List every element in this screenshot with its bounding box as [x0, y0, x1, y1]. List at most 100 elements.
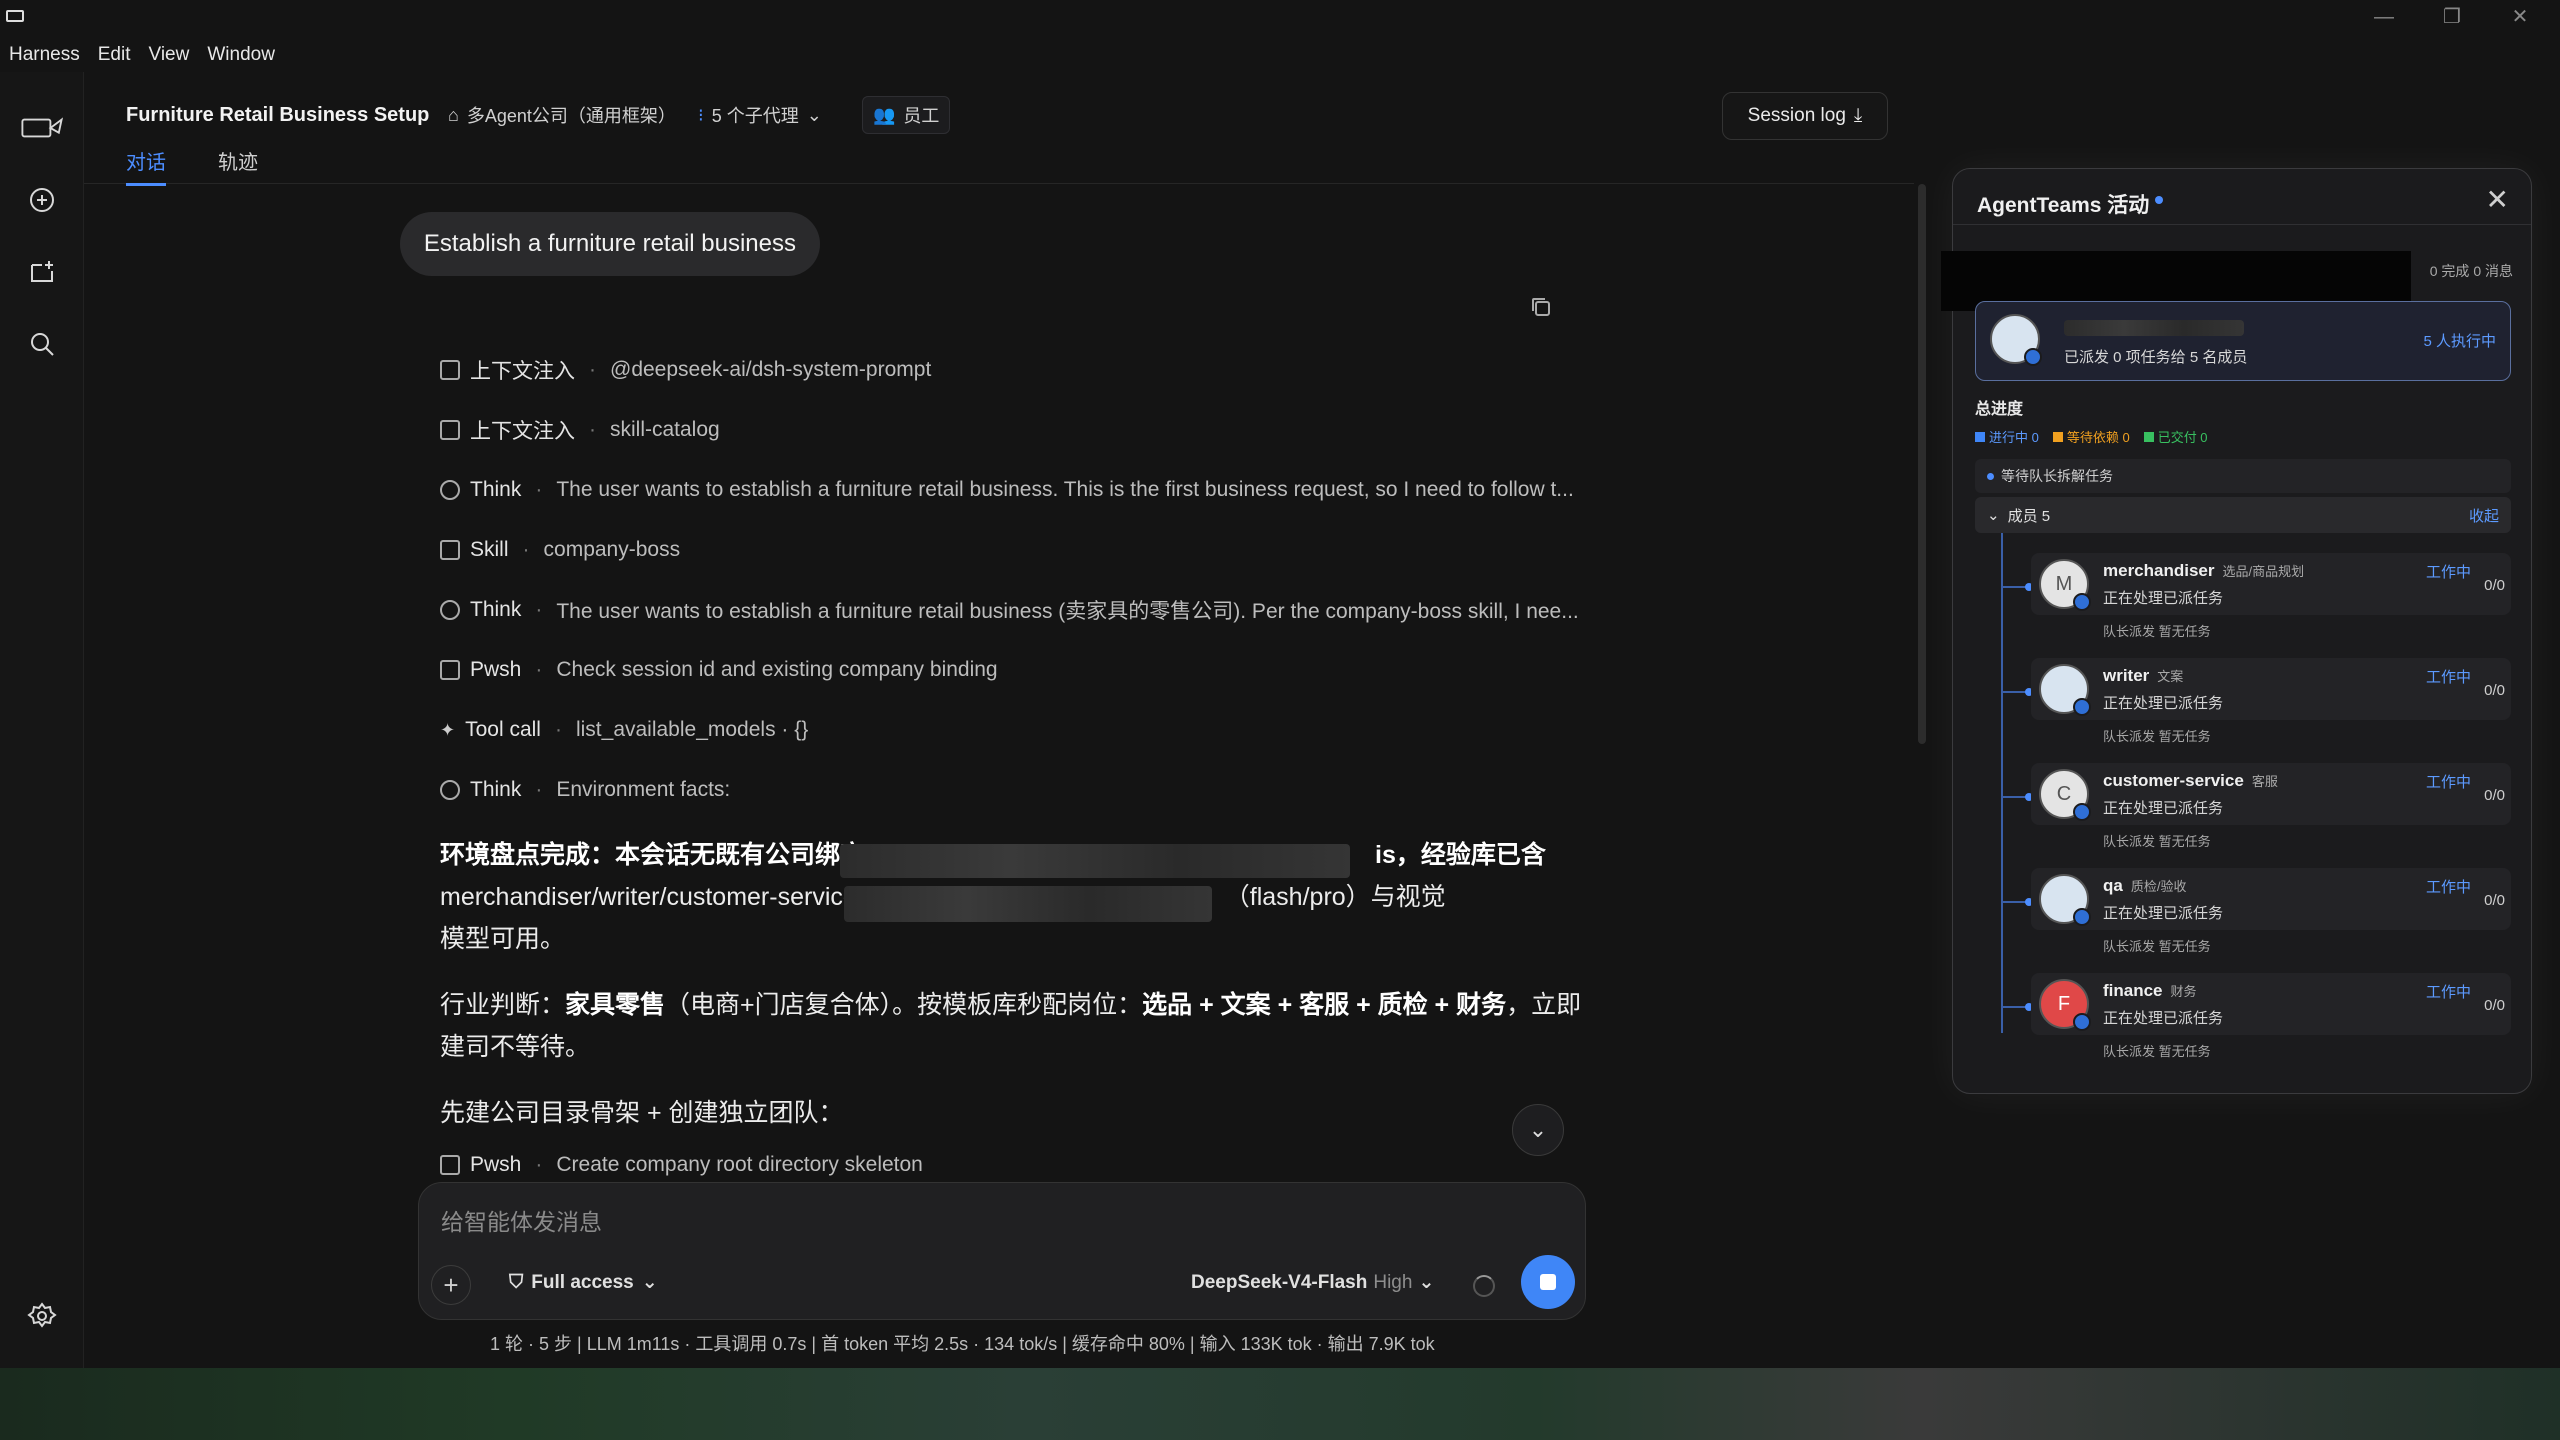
step-value: list_available_models · {} — [575, 718, 809, 741]
scroll-down-button[interactable]: ⌄ — [1512, 1104, 1564, 1156]
legend-label: 已交付 0 — [2157, 430, 2208, 445]
step-think-2[interactable]: Think · The user wants to establish a furn… — [440, 590, 1579, 630]
step-tool-call[interactable]: ✦ Tool call · list_available_models · {} — [440, 710, 808, 750]
legend-in-progress: 进行中 0 — [1975, 427, 2039, 446]
step-separator: · — [535, 1153, 543, 1176]
reasoning-level: High — [1373, 1271, 1413, 1293]
chevron-down-icon: ⌄ — [1528, 1117, 1548, 1142]
member-name: writer 文案 — [2103, 666, 2183, 686]
member-role: 财务 — [2170, 984, 2197, 999]
agents-icon: ⁝ — [698, 104, 704, 125]
subagents-label: 5 个子代理 — [711, 106, 799, 126]
sparkle-icon: ✦ — [440, 719, 456, 740]
company-chip[interactable]: ⌂ 多Agent公司（通用框架） — [438, 96, 686, 134]
member-avatar: F — [2039, 979, 2091, 1031]
tab-conversation[interactable]: 对话 — [126, 146, 166, 186]
menu-bar: Harness Edit View Window — [0, 38, 284, 72]
close-window-button[interactable]: ✕ — [2486, 2, 2554, 32]
session-log-button[interactable]: Session log ⤓ — [1722, 92, 1888, 140]
collapse-button[interactable]: 收起 — [2469, 505, 2499, 526]
member-card: writer 文案 正在处理已派任务 工作中 0/0 — [2031, 658, 2511, 720]
copy-icon[interactable] — [1528, 294, 1554, 320]
menu-harness[interactable]: Harness — [0, 38, 89, 72]
message-input[interactable]: 给智能体发消息 — [441, 1203, 602, 1237]
model-label: DeepSeek-V4-Flash — [1191, 1271, 1368, 1293]
para2-industry: 家具零售 — [565, 991, 666, 1019]
member-meta: 队长派发 暂无任务 — [2103, 834, 2211, 849]
menu-edit[interactable]: Edit — [89, 38, 140, 72]
step-separator: · — [522, 538, 530, 561]
restore-button[interactable]: ❐ — [2418, 2, 2486, 32]
member-avatar — [2039, 874, 2091, 926]
subagents-dropdown[interactable]: ⁝ 5 个子代理 ⌄ — [688, 96, 832, 134]
shield-icon: ⛉ — [509, 1271, 524, 1293]
step-label: Think — [470, 598, 522, 621]
member-qa[interactable]: qa 质检/验收 正在处理已派任务 工作中 0/0 队长派发 暂无任务 — [2003, 868, 2511, 954]
tab-trajectory[interactable]: 轨迹 — [218, 146, 258, 183]
members-header[interactable]: ⌄ 成员 5 收起 — [1975, 497, 2511, 533]
model-dropdown[interactable]: DeepSeek-V4-Flash High ⌄ — [1191, 1271, 1434, 1294]
step-label: 上下文注入 — [470, 360, 575, 383]
step-think-1[interactable]: Think · The user wants to establish a furn… — [440, 470, 1574, 510]
menu-view[interactable]: View — [140, 38, 199, 72]
search-button[interactable] — [22, 324, 62, 364]
minimize-button[interactable]: — — [2350, 2, 2418, 32]
stop-icon — [1540, 1274, 1556, 1290]
menu-window[interactable]: Window — [198, 38, 284, 72]
taskbar-strip — [0, 1368, 2560, 1440]
chevron-down-icon: ⌄ — [641, 1272, 658, 1293]
step-pwsh-create[interactable]: Pwsh · Create company root directory skele… — [440, 1152, 923, 1178]
member-avatar: C — [2039, 769, 2091, 821]
team-lead-card[interactable]: 已派发 0 项任务给 5 名成员 5 人执行中 — [1975, 301, 2511, 381]
step-context-2[interactable]: 上下文注入 · skill-catalog — [440, 410, 720, 450]
avatar-initial: F — [2057, 992, 2071, 1015]
staff-button[interactable]: 👥 员工 — [862, 96, 951, 134]
step-value: The user wants to establish a furniture … — [556, 478, 1574, 501]
step-context-1[interactable]: 上下文注入 · @deepseek-ai/dsh-system-prompt — [440, 350, 931, 390]
member-state: 正在处理已派任务 — [2103, 695, 2224, 712]
para1-start: 环境盘点完成：本会话无既有公司绑定 — [440, 841, 866, 869]
member-finance[interactable]: F finance 财务 正在处理已派任务 工作中 0/0 队长派发 暂无任务 — [2003, 973, 2511, 1059]
step-label: Tool call — [465, 718, 541, 741]
attach-button[interactable]: + — [431, 1265, 471, 1305]
step-separator: · — [589, 358, 596, 381]
para2-line2: 建司不等待。 — [440, 1033, 591, 1061]
tree-connector — [2003, 1003, 2033, 1011]
legend-waiting: 等待依赖 0 — [2052, 427, 2130, 446]
member-avatar — [2039, 664, 2091, 716]
new-chat-button[interactable] — [22, 180, 62, 220]
step-separator: · — [554, 718, 562, 741]
user-message: Establish a furniture retail business — [399, 212, 820, 276]
status-badge — [2073, 803, 2091, 821]
staff-label: 员工 — [903, 106, 940, 126]
member-customer-service[interactable]: C customer-service 客服 正在处理已派任务 工作中 0/0 队长… — [2003, 763, 2511, 849]
member-card: qa 质检/验收 正在处理已派任务 工作中 0/0 — [2031, 868, 2511, 930]
logo-button[interactable] — [18, 108, 66, 148]
new-project-button[interactable] — [22, 252, 62, 292]
chevron-down-icon: ⌄ — [1987, 507, 2000, 524]
doc-icon — [440, 360, 460, 380]
step-skill[interactable]: Skill · company-boss — [440, 530, 680, 570]
para2-mid: （电商+门店复合体）。按模板库秒配岗位： — [665, 991, 1143, 1019]
member-name-text: writer — [2103, 666, 2150, 685]
tree-connector — [2003, 688, 2033, 696]
access-dropdown[interactable]: ⛉ Full access ⌄ — [509, 1271, 658, 1294]
member-writer[interactable]: writer 文案 正在处理已派任务 工作中 0/0 队长派发 暂无任务 — [2003, 658, 2511, 744]
member-role: 文案 — [2157, 669, 2184, 684]
close-icon[interactable]: ✕ — [2486, 183, 2509, 216]
step-pwsh[interactable]: Pwsh · Check session id and existing compa… — [440, 650, 998, 690]
company-label: 多Agent公司（通用框架） — [466, 106, 676, 126]
step-separator: · — [535, 778, 543, 801]
member-merchandiser[interactable]: M merchandiser 选品/商品规划 正在处理已派任务 工作中 0/0 队… — [2003, 553, 2511, 639]
chat-scrollbar[interactable] — [1918, 184, 1926, 744]
member-state: 正在处理已派任务 — [2103, 1010, 2224, 1027]
settings-button[interactable] — [22, 1296, 62, 1336]
legend-delivered: 已交付 0 — [2143, 427, 2208, 446]
member-name: merchandiser 选品/商品规划 — [2103, 561, 2304, 581]
step-think-3[interactable]: Think · Environment facts: — [440, 770, 730, 810]
stop-button[interactable] — [1521, 1255, 1575, 1309]
people-icon: 👥 — [873, 104, 896, 125]
members-label: 成员 5 — [2007, 507, 2051, 525]
step-value: @deepseek-ai/dsh-system-prompt — [610, 358, 932, 381]
step-label: Think — [470, 478, 522, 501]
